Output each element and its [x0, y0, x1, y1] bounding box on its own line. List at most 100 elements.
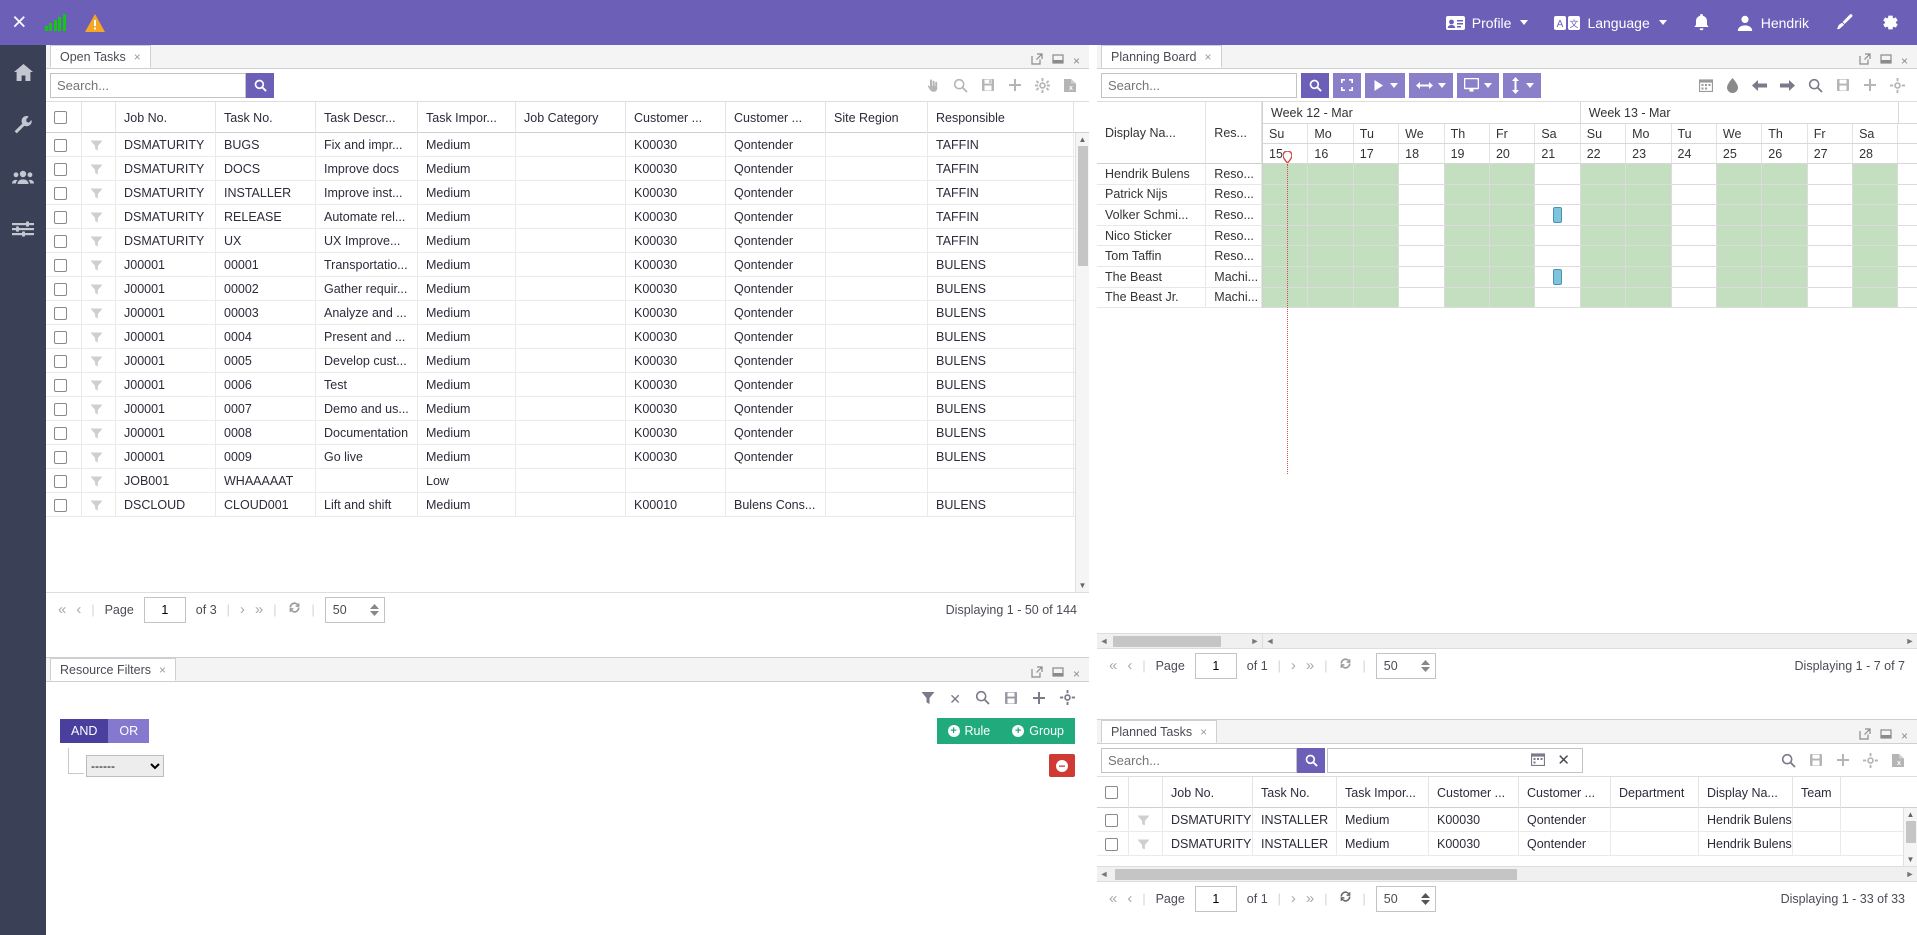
table-row[interactable]: J00001 0008 Documentation Medium K00030 Qonte… [46, 421, 1089, 445]
scroll-right-arrow[interactable]: ► [1248, 636, 1262, 646]
sidebar-item-home[interactable] [8, 59, 38, 89]
gantt-day-cell[interactable] [1626, 266, 1672, 287]
column-header[interactable]: Customer ... [1519, 777, 1611, 808]
row-select-cell[interactable] [1097, 808, 1129, 832]
search-input[interactable] [50, 72, 246, 98]
first-page-button[interactable]: « [1109, 657, 1117, 674]
gantt-day-cell[interactable] [1308, 164, 1354, 184]
row-checkbox[interactable] [54, 474, 67, 488]
gantt-day-cell[interactable] [1762, 164, 1808, 184]
minimize-icon[interactable] [1880, 728, 1892, 743]
pb-vertical-zoom-button[interactable] [1503, 72, 1541, 98]
row-select-cell[interactable] [46, 181, 82, 205]
gantt-day-cell[interactable] [1308, 266, 1354, 287]
gantt-day-cell[interactable] [1672, 184, 1717, 205]
row-select-cell[interactable] [46, 325, 82, 349]
last-page-button[interactable]: » [255, 601, 263, 618]
bell-icon[interactable] [1693, 13, 1710, 32]
scroll-thumb[interactable] [1077, 146, 1088, 266]
scroll-left-arrow[interactable]: ◄ [1097, 869, 1111, 879]
column-header[interactable]: Job Category [516, 102, 626, 133]
table-row[interactable]: J00001 00003 Analyze and ... Medium K00030 Qo… [46, 301, 1089, 325]
clear-icon[interactable]: ✕ [1557, 753, 1570, 768]
table-row[interactable]: DSMATURITY RELEASE Automate rel... Medium K0… [46, 205, 1089, 229]
gantt-column-header[interactable]: Res... [1206, 102, 1262, 163]
gantt-day-cell[interactable] [1716, 184, 1763, 205]
column-header[interactable]: Customer ... [1429, 777, 1519, 808]
gantt-day-cell[interactable] [1353, 164, 1400, 184]
scroll-track[interactable] [1111, 868, 1903, 881]
row-checkbox[interactable] [54, 402, 67, 416]
column-header-select[interactable] [1097, 777, 1129, 808]
row-filter-icon[interactable] [82, 229, 116, 253]
column-header[interactable]: Task Descr... [316, 102, 418, 133]
row-filter-icon[interactable] [82, 133, 116, 157]
row-select-cell[interactable] [46, 493, 82, 517]
gantt-day-cell[interactable] [1444, 205, 1490, 225]
gantt-day-cell[interactable] [1808, 287, 1854, 308]
prev-page-button[interactable]: ‹ [76, 601, 81, 618]
gantt-day-cell[interactable] [1353, 246, 1400, 266]
gantt-day-cell[interactable] [1308, 205, 1354, 225]
arrow-left-icon[interactable] [1752, 79, 1767, 92]
gantt-day-cell[interactable] [1762, 287, 1808, 308]
column-header[interactable]: Responsible [928, 102, 1074, 133]
remove-rule-button[interactable]: − [1049, 754, 1075, 777]
row-select-cell[interactable] [46, 301, 82, 325]
gantt-row[interactable] [1263, 184, 1917, 206]
clear-icon[interactable]: ✕ [949, 691, 961, 708]
row-checkbox[interactable] [54, 378, 67, 392]
tab-open-tasks[interactable]: Open Tasks × [50, 45, 151, 68]
row-select-cell[interactable] [46, 253, 82, 277]
gantt-day-cell[interactable] [1672, 287, 1717, 308]
row-checkbox[interactable] [54, 234, 67, 248]
warning-triangle-icon[interactable] [84, 13, 106, 33]
row-filter-icon[interactable] [82, 397, 116, 421]
gantt-day-cell[interactable] [1444, 287, 1490, 308]
row-checkbox[interactable] [54, 354, 67, 368]
scroll-up-arrow[interactable]: ▲ [1076, 133, 1089, 146]
column-header[interactable]: Customer ... [626, 102, 726, 133]
first-page-button[interactable]: « [58, 601, 66, 618]
row-filter-icon[interactable] [82, 445, 116, 469]
pb-play-button[interactable] [1365, 72, 1405, 98]
refresh-icon[interactable] [287, 600, 302, 619]
gantt-day-cell[interactable] [1489, 225, 1536, 246]
gantt-day-cell[interactable] [1672, 164, 1717, 184]
paintbrush-icon[interactable] [1835, 13, 1854, 32]
gantt-day-cell[interactable] [1672, 225, 1717, 246]
close-icon[interactable]: × [1073, 54, 1080, 68]
next-page-button[interactable]: › [240, 601, 245, 618]
table-row[interactable]: J00001 0005 Develop cust... Medium K00030 Qon… [46, 349, 1089, 373]
close-icon[interactable]: × [1901, 729, 1908, 743]
pb-display-button[interactable] [1457, 72, 1499, 98]
gantt-day-cell[interactable] [1580, 205, 1627, 225]
table-row[interactable]: DSMATURITY INSTALLER Improve inst... Medium… [46, 181, 1089, 205]
gantt-day-cell[interactable] [1399, 246, 1445, 266]
row-checkbox[interactable] [54, 450, 67, 464]
gantt-day-cell[interactable] [1535, 184, 1581, 205]
scroll-thumb[interactable] [1115, 868, 1517, 880]
gantt-day-cell[interactable] [1353, 225, 1400, 246]
column-header[interactable]: Customer ... [726, 102, 826, 133]
tab-planning-board[interactable]: Planning Board × [1101, 45, 1222, 68]
gantt-task-block[interactable] [1553, 207, 1563, 224]
table-row[interactable]: J00001 0009 Go live Medium K00030 Qontender BU… [46, 445, 1089, 469]
row-select-cell[interactable] [46, 205, 82, 229]
column-header[interactable]: Job No. [1163, 777, 1253, 808]
table-row[interactable]: J00001 0007 Demo and us... Medium K00030 Qont… [46, 397, 1089, 421]
gantt-row[interactable] [1263, 225, 1917, 247]
column-header[interactable]: Task Impor... [1337, 777, 1429, 808]
column-header[interactable]: Display Na... [1699, 777, 1793, 808]
scroll-thumb[interactable] [1113, 635, 1221, 647]
gear-icon[interactable] [1880, 13, 1899, 32]
save-icon[interactable] [981, 78, 995, 92]
tab-resource-filters[interactable]: Resource Filters × [50, 658, 177, 681]
gantt-day-cell[interactable] [1535, 287, 1581, 308]
gantt-day-cell[interactable] [1489, 205, 1536, 225]
gantt-row[interactable] [1263, 287, 1917, 309]
add-group-button[interactable]: + Group [1001, 718, 1075, 744]
next-page-button[interactable]: › [1291, 890, 1296, 907]
gantt-resource-row[interactable]: Volker Schmi... Reso... [1097, 205, 1262, 226]
date-filter-field[interactable]: ✕ [1327, 747, 1583, 773]
